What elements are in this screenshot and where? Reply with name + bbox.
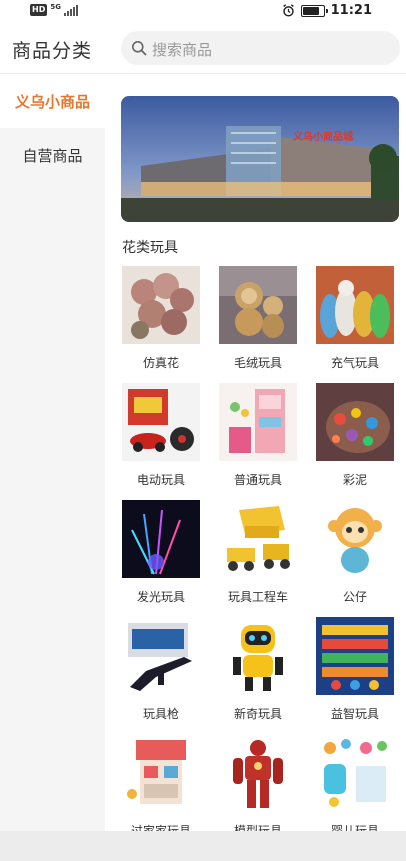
product-image — [219, 383, 297, 461]
battery-icon — [300, 4, 328, 17]
product-label: 玩具枪 — [142, 707, 179, 721]
product-item[interactable]: 婴儿玩具 — [315, 734, 395, 831]
product-item[interactable]: 发光玩具 — [121, 500, 201, 604]
product-image — [219, 617, 297, 695]
banner-sign: 义乌小商品城 — [293, 130, 353, 143]
category-sidebar: 义乌小商品 自营商品 — [0, 74, 105, 831]
product-label: 仿真花 — [142, 356, 179, 370]
product-item[interactable]: 公仔 — [315, 500, 395, 604]
hd-badge: HD — [30, 4, 48, 16]
product-label: 公仔 — [342, 590, 367, 604]
product-item[interactable]: 毛绒玩具 — [218, 266, 298, 370]
product-item[interactable]: 新奇玩具 — [218, 617, 298, 721]
page-title: 商品分类 — [12, 40, 93, 62]
product-image — [316, 734, 394, 812]
sidebar-item-label: 义乌小商品 — [14, 92, 90, 111]
product-image — [219, 266, 297, 344]
signal-icon — [63, 4, 78, 16]
banner-illustration: 义乌小商品城 — [121, 96, 399, 222]
status-right: 11:21 — [282, 3, 372, 18]
category-content: 义乌小商品城 花类玩具 仿真花 毛绒玩具 充气玩具 电动玩具 普通玩具 彩泥 发… — [105, 74, 406, 831]
sidebar-item-yiwu[interactable]: 义乌小商品 — [0, 74, 105, 128]
bottom-nav-bar — [0, 831, 406, 861]
product-item[interactable]: 玩具工程车 — [218, 500, 298, 604]
product-label: 婴儿玩具 — [330, 824, 379, 831]
product-label: 玩具工程车 — [227, 590, 288, 604]
search-icon — [132, 41, 147, 56]
network-type: 5G — [50, 3, 61, 11]
sidebar-item-label: 自营商品 — [22, 146, 83, 165]
product-image — [316, 383, 394, 461]
product-item[interactable]: 仿真花 — [121, 266, 201, 370]
section-title: 花类玩具 — [122, 240, 178, 256]
product-label: 模型玩具 — [233, 824, 282, 831]
product-item[interactable]: 充气玩具 — [315, 266, 395, 370]
header: 商品分类 搜索商品 — [0, 22, 406, 74]
product-image — [122, 617, 200, 695]
product-label: 充气玩具 — [330, 356, 379, 370]
clock: 11:21 — [330, 3, 372, 18]
product-image — [316, 617, 394, 695]
product-item[interactable]: 电动玩具 — [121, 383, 201, 487]
sidebar-item-self-operated[interactable]: 自营商品 — [0, 128, 105, 182]
search-placeholder: 搜索商品 — [152, 41, 213, 59]
product-image — [122, 383, 200, 461]
product-label: 益智玩具 — [330, 707, 379, 721]
product-label: 彩泥 — [342, 473, 367, 487]
product-image — [122, 734, 200, 812]
product-image — [219, 500, 297, 578]
product-item[interactable]: 过家家玩具 — [121, 734, 201, 831]
product-image — [219, 734, 297, 812]
alarm-icon — [282, 4, 294, 17]
status-bar: HD 5G 11:21 — [0, 0, 406, 22]
product-image — [316, 266, 394, 344]
product-image — [316, 500, 394, 578]
product-item[interactable]: 玩具枪 — [121, 617, 201, 721]
product-label: 过家家玩具 — [130, 824, 191, 831]
product-label: 普通玩具 — [233, 473, 282, 487]
status-left: HD 5G — [30, 3, 78, 16]
product-image — [122, 266, 200, 344]
battery-level — [302, 6, 319, 15]
banner-image[interactable]: 义乌小商品城 — [121, 96, 399, 222]
product-item[interactable]: 模型玩具 — [218, 734, 298, 831]
product-label: 电动玩具 — [136, 473, 185, 487]
product-label: 发光玩具 — [136, 590, 185, 604]
search-input[interactable]: 搜索商品 — [121, 31, 400, 65]
product-label: 新奇玩具 — [233, 707, 282, 721]
product-item[interactable]: 普通玩具 — [218, 383, 298, 487]
product-image — [122, 500, 200, 578]
product-label: 毛绒玩具 — [233, 356, 282, 370]
product-item[interactable]: 彩泥 — [315, 383, 395, 487]
product-item[interactable]: 益智玩具 — [315, 617, 395, 721]
